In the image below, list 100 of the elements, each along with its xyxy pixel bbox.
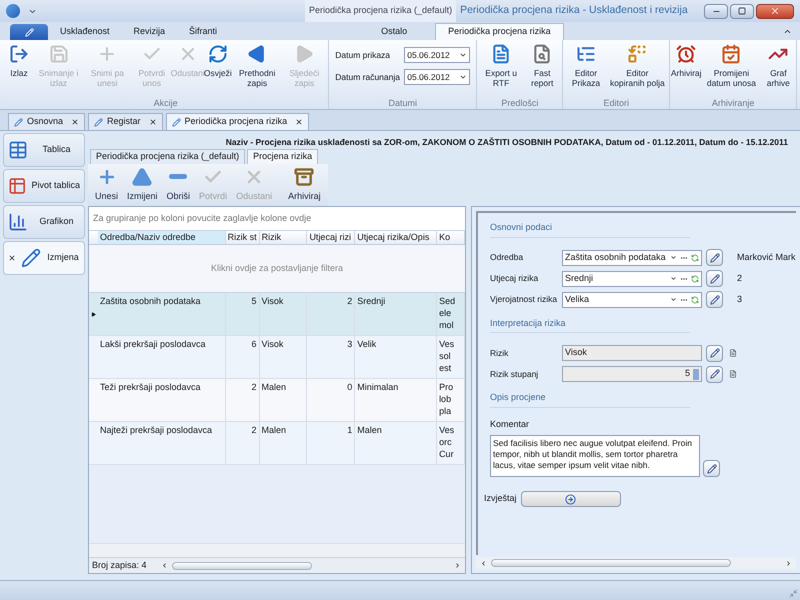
toolbar-button[interactable]: Arhiviraj bbox=[285, 166, 324, 204]
dropdown-icon[interactable] bbox=[670, 254, 677, 261]
ribbon-tab[interactable]: Periodička procjena rizika bbox=[435, 23, 564, 40]
sub-tab[interactable]: Periodička procjena rizika (_default) bbox=[90, 149, 246, 164]
edit-button[interactable] bbox=[703, 460, 720, 477]
close-button[interactable] bbox=[756, 4, 794, 18]
document-search-icon bbox=[532, 44, 552, 64]
maximize-button[interactable] bbox=[730, 4, 754, 18]
ribbon-button[interactable]: Export u RTF bbox=[479, 44, 523, 88]
exit-icon bbox=[9, 44, 29, 64]
dropdown-icon[interactable] bbox=[459, 51, 468, 59]
column-header[interactable]: Utjecaj rizi bbox=[307, 231, 356, 244]
ribbon-tab[interactable]: Šifranti bbox=[177, 23, 230, 40]
ribbon-button[interactable]: Arhiviraj bbox=[672, 44, 700, 78]
document-tab[interactable]: Osnovna bbox=[8, 113, 86, 130]
refresh-icon[interactable] bbox=[691, 274, 699, 282]
toolbar-button[interactable]: Unesi bbox=[92, 166, 122, 204]
scroll-left-icon[interactable] bbox=[480, 560, 487, 566]
document-icon[interactable] bbox=[729, 349, 737, 357]
comment-field[interactable]: Sed facilisis libero nec augue volutpat eleifend. Proin tempor, nibh ut blandit mollis, sem tortor pharetra lacus, vitae semper ipsum velit vitae nibh. bbox=[490, 435, 700, 477]
ribbon-button[interactable]: Graf arhive bbox=[762, 44, 794, 88]
ribbon-button[interactable]: Fast report bbox=[524, 44, 560, 88]
document-icon[interactable] bbox=[729, 370, 737, 378]
close-icon[interactable] bbox=[71, 118, 80, 126]
ribbon-tab[interactable]: Ostalo bbox=[369, 23, 420, 40]
table-cell: Visok bbox=[260, 293, 308, 335]
table-cell: Velik bbox=[355, 336, 438, 378]
close-icon[interactable] bbox=[8, 254, 16, 262]
collapse-ribbon-icon[interactable] bbox=[783, 27, 792, 36]
ribbon-tab[interactable]: Usklađenost bbox=[48, 23, 122, 40]
ribbon-button[interactable]: Osvježi bbox=[204, 44, 232, 78]
horizontal-scrollbar[interactable] bbox=[161, 560, 461, 570]
ribbon-tab[interactable]: Revizija bbox=[122, 23, 178, 40]
date-label: Datum računanja bbox=[335, 70, 401, 84]
toolbar-button[interactable]: Izmijeni bbox=[124, 166, 161, 204]
section-title: Interpretacija rizika bbox=[490, 316, 690, 333]
combo-field[interactable]: Zaštita osobnih podataka bbox=[562, 250, 702, 266]
date-field[interactable]: 05.06.2012 bbox=[404, 69, 470, 85]
date-field[interactable]: 05.06.2012 bbox=[404, 47, 470, 63]
section-title: Opis procjene bbox=[490, 391, 690, 408]
table-row[interactable]: Lakši prekršaji poslodavca 6 Visok 3 Velik Ves sol est bbox=[89, 336, 465, 379]
document-tab[interactable]: Periodička procjena rizika bbox=[166, 113, 310, 130]
arrow-right-icon bbox=[565, 494, 576, 504]
column-header[interactable]: Ko bbox=[437, 231, 465, 244]
save-icon bbox=[48, 44, 69, 64]
ribbon-group-label: Predlošci bbox=[500, 97, 540, 109]
column-header[interactable]: Rizik bbox=[260, 231, 308, 244]
group-by-panel[interactable]: Za grupiranje po koloni povucite zaglavlje kolone ovdje bbox=[89, 207, 465, 231]
document-tab[interactable]: Registar bbox=[88, 113, 163, 130]
scroll-left-icon[interactable] bbox=[161, 562, 168, 569]
sidebar-item[interactable]: Tablica bbox=[3, 133, 85, 167]
edit-button[interactable] bbox=[706, 270, 723, 287]
close-icon[interactable] bbox=[295, 118, 304, 126]
report-button[interactable] bbox=[520, 491, 621, 507]
refresh-icon[interactable] bbox=[691, 254, 699, 262]
column-header[interactable]: Odredba/Naziv odredbe bbox=[98, 231, 226, 244]
dropdown-icon[interactable] bbox=[670, 275, 677, 282]
edit-button[interactable] bbox=[706, 249, 723, 266]
spin-field[interactable]: 5 bbox=[562, 366, 702, 382]
column-header[interactable]: Rizik st bbox=[226, 231, 260, 244]
toolbar-button[interactable]: Obriši bbox=[164, 166, 194, 204]
ribbon-button[interactable]: Prethodni zapis bbox=[232, 44, 282, 88]
edit-button[interactable] bbox=[706, 344, 723, 362]
edit-button[interactable] bbox=[706, 291, 723, 308]
sidebar-item[interactable]: Pivot tablica bbox=[3, 169, 85, 203]
column-header[interactable]: Utjecaj rizika/Opis bbox=[355, 231, 438, 244]
ribbon-button[interactable]: Editor kopiranih polja bbox=[608, 44, 668, 88]
table-cell: Zaštita osobnih podataka bbox=[98, 293, 226, 335]
application-menu-button[interactable] bbox=[10, 24, 48, 40]
edit-button[interactable] bbox=[706, 366, 723, 382]
field-label: Vjerojatnost rizika bbox=[490, 293, 558, 306]
ribbon-button[interactable]: Izlaz bbox=[5, 44, 33, 78]
ribbon-group-label: Editori bbox=[602, 97, 630, 109]
combo-field[interactable]: Srednji bbox=[562, 270, 702, 286]
ribbon-button[interactable]: Promijeni datum unosa bbox=[701, 44, 762, 88]
table-row[interactable]: Najteži prekršaji poslodavca 2 Malen 1 Malen Ves orc Cur bbox=[89, 422, 465, 465]
dropdown-icon[interactable] bbox=[670, 296, 677, 303]
table-row[interactable]: Zaštita osobnih podataka 5 Visok 2 Srednji Sed ele mol bbox=[89, 293, 465, 336]
table-row[interactable]: Teži prekršaji poslodavca 2 Malen 0 Minimalan Pro lob pla bbox=[89, 379, 465, 422]
sidebar-item[interactable]: Izmjena bbox=[3, 241, 85, 275]
context-group-label: Periodička procjena rizika (_default) bbox=[305, 0, 456, 22]
window-title: Periodička procjena rizika - Usklađenost i revizija bbox=[460, 3, 688, 18]
record-header: Naziv - Procjena rizika usklađenosti sa ZOR-om, ZAKONOM O ZAŠTITI OSOBNIH PODATAKA, Datum od - 01.12.2011, Datum do - 15.12.2011 bbox=[224, 136, 789, 147]
close-icon[interactable] bbox=[148, 118, 157, 126]
table-cell: Visok bbox=[260, 336, 308, 378]
close-icon bbox=[770, 6, 780, 16]
app-icon[interactable] bbox=[6, 4, 20, 18]
sidebar-item[interactable]: Grafikon bbox=[3, 205, 85, 239]
refresh-icon[interactable] bbox=[691, 296, 699, 304]
sub-tab[interactable]: Procjena rizika bbox=[247, 149, 318, 164]
scroll-right-icon[interactable] bbox=[454, 562, 461, 569]
ribbon-button[interactable]: Editor Prikaza bbox=[565, 44, 607, 88]
readonly-field: Visok bbox=[562, 345, 702, 361]
combo-field[interactable]: Velika bbox=[562, 292, 702, 308]
archive-icon bbox=[294, 166, 314, 187]
dropdown-icon[interactable] bbox=[459, 73, 468, 81]
horizontal-scrollbar[interactable] bbox=[480, 558, 792, 568]
scroll-right-icon[interactable] bbox=[784, 560, 792, 566]
triangle-right-icon bbox=[294, 44, 314, 64]
list-icon bbox=[576, 44, 596, 64]
